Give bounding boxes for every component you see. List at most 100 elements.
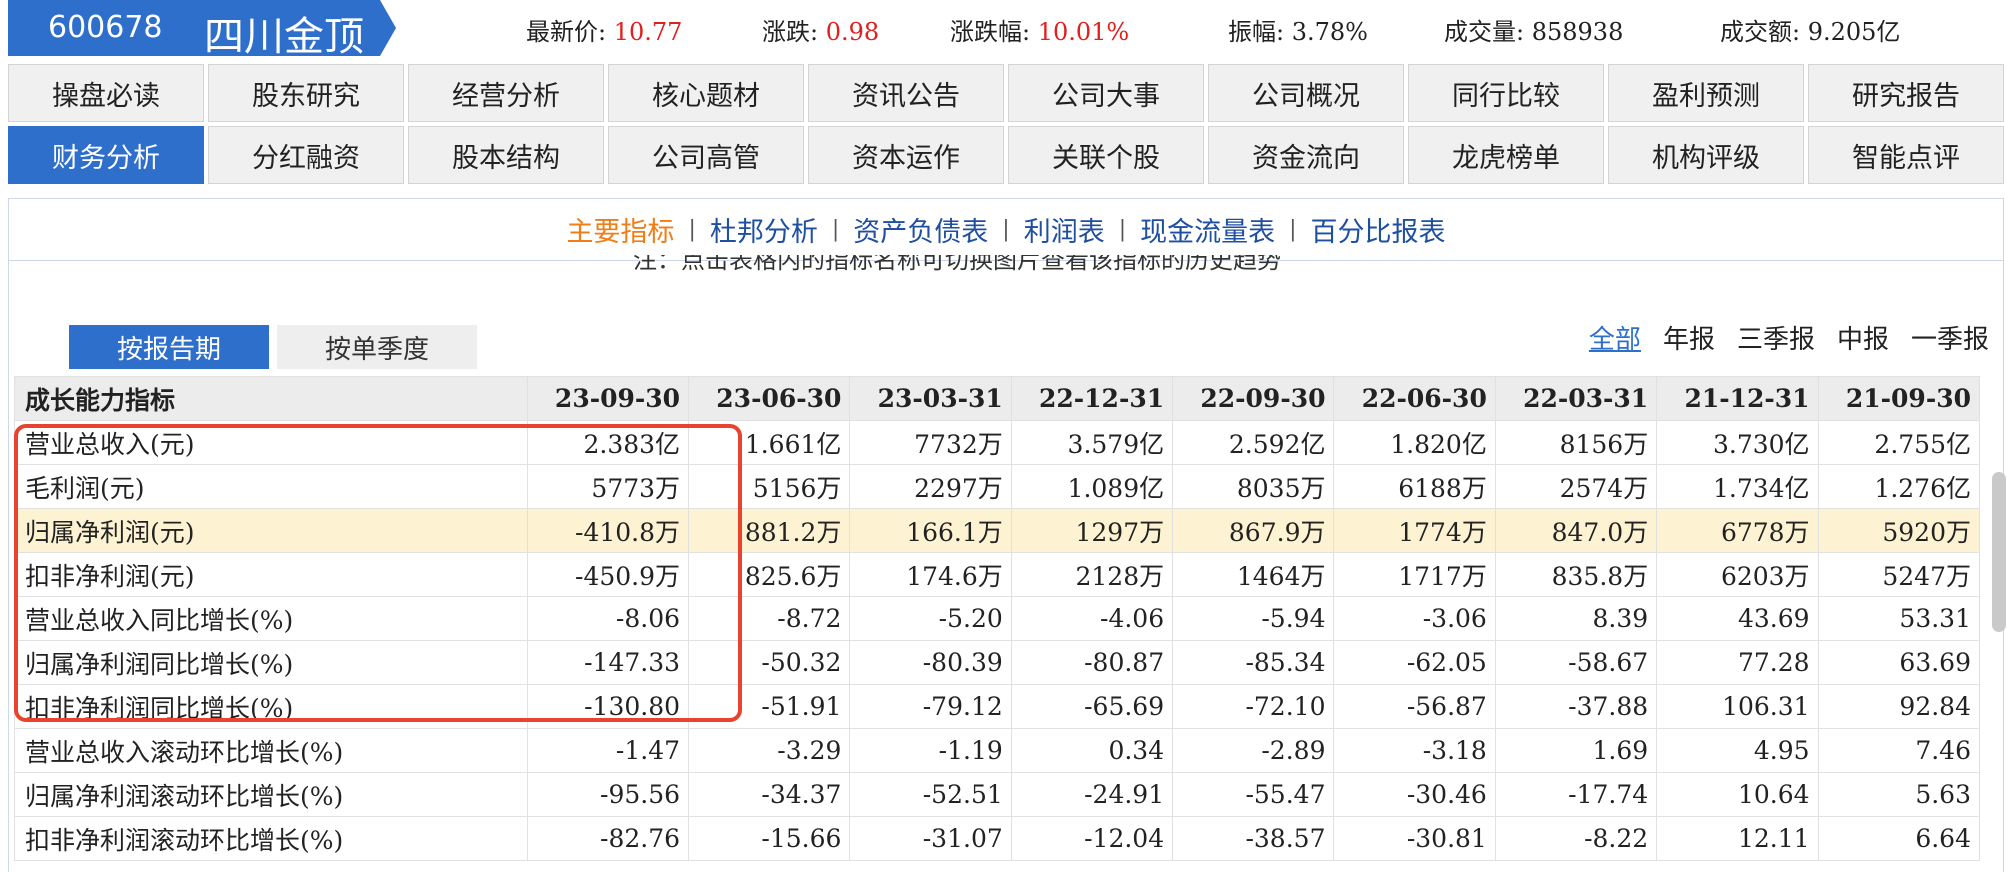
nav-item-5[interactable]: 公司大事 <box>1008 64 1204 122</box>
indicator-name[interactable]: 归属净利润(元) <box>14 508 528 553</box>
nav-item-6[interactable]: 公司概况 <box>1208 64 1404 122</box>
indicator-name[interactable]: 归属净利润同比增长(%) <box>14 640 528 685</box>
table-cell: -1.47 <box>526 728 690 773</box>
table-body: 营业总收入(元) 2.383亿 1.661亿 7732万 3.579亿 2.592亿 1.8… <box>14 420 1981 861</box>
nav-item-10[interactable]: 财务分析 <box>8 126 204 184</box>
nav-item-4[interactable]: 资讯公告 <box>808 64 1004 122</box>
nav-item-12[interactable]: 股本结构 <box>408 126 604 184</box>
table-row: 归属净利润滚动环比增长(%) -95.56 -34.37 -52.51 -24.91 -5… <box>14 772 1981 817</box>
table-header-date[interactable]: 21-09-30 <box>1817 376 1981 421</box>
table-cell: 106.31 <box>1656 684 1819 729</box>
filter-1[interactable]: 年报 <box>1663 319 1715 356</box>
indicator-name[interactable]: 毛利润(元) <box>14 464 528 509</box>
quote-label: 振幅: <box>1228 18 1292 46</box>
quote-label: 最新价: <box>526 18 614 46</box>
quote-item: 最新价: 10.77 <box>526 12 682 47</box>
indicator-name[interactable]: 营业总收入滚动环比增长(%) <box>14 728 528 773</box>
quote-header: 600678 四川金顶 最新价: 10.77 涨跌: 0.98 涨跌幅: 10.01… <box>0 0 2012 56</box>
table-cell: 8035万 <box>1172 464 1335 509</box>
indicator-name[interactable]: 扣非净利润(元) <box>14 552 528 597</box>
table-header-date[interactable]: 21-12-31 <box>1656 376 1819 421</box>
table-cell: -3.18 <box>1333 728 1496 773</box>
nav-item-3[interactable]: 核心题材 <box>608 64 804 122</box>
table-cell: -130.80 <box>526 684 690 729</box>
nav-item-13[interactable]: 公司高管 <box>608 126 804 184</box>
table-cell: 5920万 <box>1817 508 1981 553</box>
table-cell: -4.06 <box>1010 596 1174 641</box>
nav-item-16[interactable]: 资金流向 <box>1208 126 1404 184</box>
period-tab-1[interactable]: 按单季度 <box>277 325 477 369</box>
nav-item-2[interactable]: 经营分析 <box>408 64 604 122</box>
table-header-date[interactable]: 23-03-31 <box>849 376 1012 421</box>
nav-item-9[interactable]: 研究报告 <box>1808 64 2004 122</box>
filter-3[interactable]: 中报 <box>1837 319 1889 356</box>
table-header-date[interactable]: 22-06-30 <box>1333 376 1496 421</box>
table-cell: 1297万 <box>1010 508 1174 553</box>
nav-item-14[interactable]: 资本运作 <box>808 126 1004 184</box>
table-row: 扣非净利润同比增长(%) -130.80 -51.91 -79.12 -65.69 -72… <box>14 684 1981 729</box>
filter-2[interactable]: 三季报 <box>1737 319 1815 356</box>
nav-item-17[interactable]: 龙虎榜单 <box>1408 126 1604 184</box>
indicator-name[interactable]: 扣非净利润同比增长(%) <box>14 684 528 729</box>
table-header-row: 成长能力指标 23-09-30 23-06-30 23-03-31 22-12-31 22… <box>14 376 1981 421</box>
table-cell: 825.6万 <box>688 552 851 597</box>
indicator-name[interactable]: 营业总收入(元) <box>14 420 528 465</box>
table-cell: -3.29 <box>688 728 851 773</box>
indicator-name[interactable]: 归属净利润滚动环比增长(%) <box>14 772 528 817</box>
filter-4[interactable]: 一季报 <box>1911 319 1989 356</box>
subnav-link-0[interactable]: 主要指标 <box>566 210 674 249</box>
table-cell: 1.69 <box>1494 728 1658 773</box>
subnav-link-4[interactable]: 现金流量表 <box>1140 210 1275 249</box>
table-cell: -56.87 <box>1333 684 1496 729</box>
table-cell: 1.734亿 <box>1656 464 1819 509</box>
nav-item-15[interactable]: 关联个股 <box>1008 126 1204 184</box>
filter-0[interactable]: 全部 <box>1589 319 1641 356</box>
indicator-name[interactable]: 营业总收入同比增长(%) <box>14 596 528 641</box>
nav-item-7[interactable]: 同行比较 <box>1408 64 1604 122</box>
table-cell: 43.69 <box>1656 596 1819 641</box>
nav-item-8[interactable]: 盈利预测 <box>1608 64 1804 122</box>
table-header-date[interactable]: 22-12-31 <box>1010 376 1174 421</box>
table-cell: 847.0万 <box>1494 508 1658 553</box>
table-header-date[interactable]: 22-03-31 <box>1494 376 1658 421</box>
table-header-date[interactable]: 23-09-30 <box>526 376 690 421</box>
nav-item-11[interactable]: 分红融资 <box>208 126 404 184</box>
table-cell: -1.19 <box>849 728 1012 773</box>
nav-item-0[interactable]: 操盘必读 <box>8 64 204 122</box>
table-header-date[interactable]: 23-06-30 <box>688 376 851 421</box>
table-cell: 6188万 <box>1333 464 1496 509</box>
table-cell: 1464万 <box>1172 552 1335 597</box>
indicator-name[interactable]: 扣非净利润滚动环比增长(%) <box>14 816 528 861</box>
subnav-link-5[interactable]: 百分比报表 <box>1311 210 1446 249</box>
vertical-scrollbar[interactable] <box>1992 472 2006 632</box>
nav-item-18[interactable]: 机构评级 <box>1608 126 1804 184</box>
quote-item: 成交量: 858938 <box>1444 12 1623 47</box>
report-filters: 全部 年报 三季报 中报 一季报 <box>1589 319 1989 356</box>
table-cell: 4.95 <box>1656 728 1819 773</box>
table-cell: -95.56 <box>526 772 690 817</box>
table-cell: 0.34 <box>1010 728 1174 773</box>
table-cell: -58.67 <box>1494 640 1658 685</box>
period-tab-0[interactable]: 按报告期 <box>69 325 269 369</box>
hint-note: 注：点击表格内的指标名称可切换图片查看该指标的历史趋势 <box>633 255 1281 274</box>
stock-badge: 600678 四川金顶 <box>8 0 396 56</box>
table-row: 归属净利润同比增长(%) -147.33 -50.32 -80.39 -80.87 -85… <box>14 640 1981 685</box>
table-cell: 2128万 <box>1010 552 1174 597</box>
table-cell: 1.661亿 <box>688 420 851 465</box>
quote-value: 10.77 <box>613 18 683 46</box>
subnav-link-3[interactable]: 利润表 <box>1024 210 1105 249</box>
table-cell: -72.10 <box>1172 684 1335 729</box>
table-cell: 7732万 <box>849 420 1012 465</box>
table-cell: -5.20 <box>849 596 1012 641</box>
subnav-link-1[interactable]: 杜邦分析 <box>710 210 818 249</box>
table-cell: -5.94 <box>1172 596 1335 641</box>
table-header-date[interactable]: 22-09-30 <box>1172 376 1335 421</box>
table-cell: 5773万 <box>526 464 690 509</box>
nav-item-1[interactable]: 股东研究 <box>208 64 404 122</box>
nav-item-19[interactable]: 智能点评 <box>1808 126 2004 184</box>
table-cell: 5247万 <box>1817 552 1981 597</box>
table-row: 毛利润(元) 5773万 5156万 2297万 1.089亿 8035万 6188万 257… <box>14 464 1981 509</box>
subnav-link-2[interactable]: 资产负债表 <box>853 210 988 249</box>
table-cell: -80.39 <box>849 640 1012 685</box>
table-header-title: 成长能力指标 <box>14 376 528 421</box>
